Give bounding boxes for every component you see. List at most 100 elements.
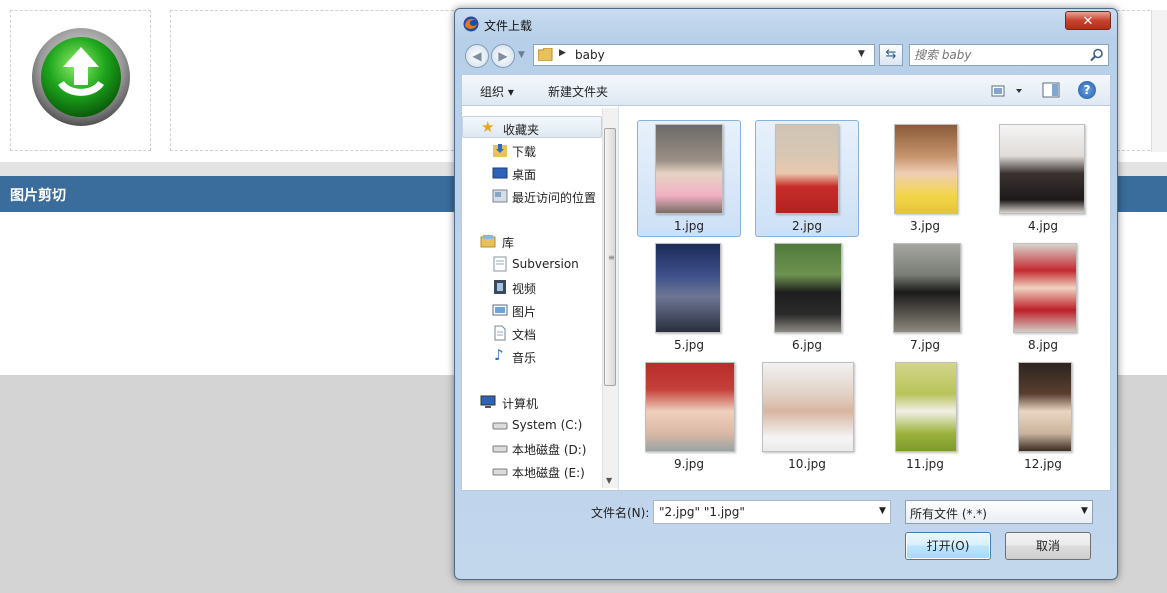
address-bar[interactable]: ▶ baby ▼: [533, 44, 875, 66]
photo-thumbnail: [894, 124, 958, 214]
nav-recent-label: 最近访问的位置: [512, 191, 597, 205]
document-icon: [494, 325, 506, 341]
nav-recent[interactable]: 最近访问的位置: [462, 185, 602, 207]
cancel-button[interactable]: 取消: [1005, 532, 1091, 560]
pictures-icon: [492, 304, 508, 316]
chevron-down-icon[interactable]: ▼: [1081, 506, 1088, 516]
nav-videos[interactable]: 视频: [462, 276, 602, 298]
file-item[interactable]: 3.jpg: [873, 120, 977, 237]
search-box[interactable]: [909, 44, 1109, 66]
nav-scrollbar[interactable]: ≡ ▼: [602, 108, 618, 488]
nav-documents[interactable]: 文档: [462, 322, 602, 344]
file-item[interactable]: 4.jpg: [991, 120, 1095, 237]
file-item[interactable]: 2.jpg: [755, 120, 859, 237]
desktop-icon: [492, 167, 508, 179]
photo-thumbnail: [775, 124, 839, 214]
page-scrollbar[interactable]: [1151, 10, 1167, 152]
file-item[interactable]: 1.jpg: [637, 120, 741, 237]
drive-icon: [492, 468, 508, 476]
dialog-titlebar[interactable]: 文件上载 ✕: [455, 9, 1117, 39]
nav-pictures[interactable]: 图片: [462, 299, 602, 321]
nav-music[interactable]: ♪ 音乐: [462, 345, 602, 367]
file-item[interactable]: 11.jpg: [873, 358, 977, 475]
file-item[interactable]: 5.jpg: [637, 239, 741, 356]
nav-pictures-label: 图片: [512, 305, 537, 319]
nav-favorites[interactable]: ★ 收藏夹: [462, 116, 602, 138]
file-item[interactable]: 8.jpg: [991, 239, 1095, 356]
scrollbar-thumb[interactable]: ≡: [604, 128, 616, 386]
dialog-footer: 文件名(N): "2.jpg" "1.jpg" ▼ 所有文件 (*.*) ▼ 打…: [461, 491, 1111, 571]
search-icon[interactable]: [1090, 48, 1104, 62]
file-name: 2.jpg: [791, 219, 823, 233]
organize-label: 组织: [480, 85, 505, 99]
nav-drive-c-label: System (C:): [512, 418, 583, 432]
open-button[interactable]: 打开(O): [905, 532, 991, 560]
command-toolbar: 组织 ▾ 新建文件夹 ?: [461, 74, 1111, 106]
music-note-icon: ♪: [494, 346, 504, 364]
new-folder-button[interactable]: 新建文件夹: [548, 83, 608, 100]
file-name: 1.jpg: [673, 219, 705, 233]
history-dropdown-icon[interactable]: ▼: [518, 50, 525, 60]
file-item[interactable]: 9.jpg: [637, 358, 741, 475]
search-input[interactable]: [914, 47, 1084, 63]
view-options-icon[interactable]: [990, 83, 1030, 99]
upload-arrow-icon[interactable]: [31, 27, 131, 127]
nav-subversion[interactable]: Subversion: [462, 253, 602, 275]
photo-thumbnail: [655, 124, 723, 214]
close-button[interactable]: ✕: [1065, 11, 1111, 30]
forward-button[interactable]: ▶: [491, 44, 515, 68]
photo-thumbnail: [762, 362, 854, 452]
photo-thumbnail: [655, 243, 721, 333]
breadcrumb-arrow-icon[interactable]: ▶: [559, 48, 566, 58]
file-name: 5.jpg: [673, 338, 705, 352]
file-item[interactable]: 6.jpg: [755, 239, 859, 356]
scroll-down-arrow-icon[interactable]: ▼: [606, 476, 612, 485]
file-name: 12.jpg: [1024, 457, 1062, 471]
dialog-title: 文件上载: [484, 19, 533, 33]
chevron-down-icon[interactable]: ▼: [879, 506, 886, 516]
photo-thumbnail: [1013, 243, 1077, 333]
photo-thumbnail: [893, 243, 961, 333]
download-folder-icon: [493, 144, 507, 157]
upload-zone[interactable]: [10, 10, 151, 151]
drive-icon: [492, 422, 508, 430]
filename-field[interactable]: "2.jpg" "1.jpg": [653, 500, 891, 524]
nav-libraries-label: 库: [502, 236, 515, 250]
file-item[interactable]: 12.jpg: [991, 358, 1095, 475]
navigation-bar: ◀ ▶ ▼ ▶ baby ▼ ⇆: [461, 42, 1111, 70]
nav-drive-d-label: 本地磁盘 (D:): [512, 443, 587, 457]
nav-drive-e-label: 本地磁盘 (E:): [512, 466, 585, 480]
nav-drive-e[interactable]: 本地磁盘 (E:): [462, 460, 602, 482]
photo-thumbnail: [774, 243, 842, 333]
file-name: 9.jpg: [673, 457, 705, 471]
nav-documents-label: 文档: [512, 328, 537, 342]
file-name: 10.jpg: [788, 457, 826, 471]
file-item[interactable]: 10.jpg: [755, 358, 859, 475]
file-name: 11.jpg: [906, 457, 944, 471]
refresh-button[interactable]: ⇆: [879, 44, 903, 66]
help-icon[interactable]: ?: [1078, 81, 1096, 99]
photo-thumbnail: [645, 362, 735, 452]
nav-libraries[interactable]: 库: [462, 230, 602, 252]
organize-button[interactable]: 组织 ▾: [480, 83, 514, 100]
filetype-select[interactable]: 所有文件 (*.*): [905, 500, 1093, 524]
file-item[interactable]: 7.jpg: [873, 239, 977, 356]
folder-icon: [538, 48, 553, 61]
nav-drive-c[interactable]: System (C:): [462, 414, 602, 436]
nav-subversion-label: Subversion: [512, 257, 579, 271]
file-name: 7.jpg: [909, 338, 941, 352]
subversion-icon: [493, 256, 507, 272]
back-button[interactable]: ◀: [465, 44, 489, 68]
nav-desktop[interactable]: 桌面: [462, 162, 602, 184]
preview-pane-icon[interactable]: [1042, 82, 1060, 98]
nav-computer[interactable]: 计算机: [462, 391, 602, 413]
nav-downloads[interactable]: 下载: [462, 139, 602, 161]
dialog-body: ★ 收藏夹 下载 桌面 最近访问的位置 库 Subversion 视频 图片 文…: [461, 106, 1111, 491]
breadcrumb-path[interactable]: baby: [575, 48, 605, 62]
file-name: 8.jpg: [1027, 338, 1059, 352]
chevron-down-icon[interactable]: ▼: [858, 49, 865, 59]
photo-thumbnail: [1018, 362, 1072, 452]
nav-downloads-label: 下载: [512, 145, 537, 159]
nav-drive-d[interactable]: 本地磁盘 (D:): [462, 437, 602, 459]
computer-icon: [480, 395, 496, 408]
